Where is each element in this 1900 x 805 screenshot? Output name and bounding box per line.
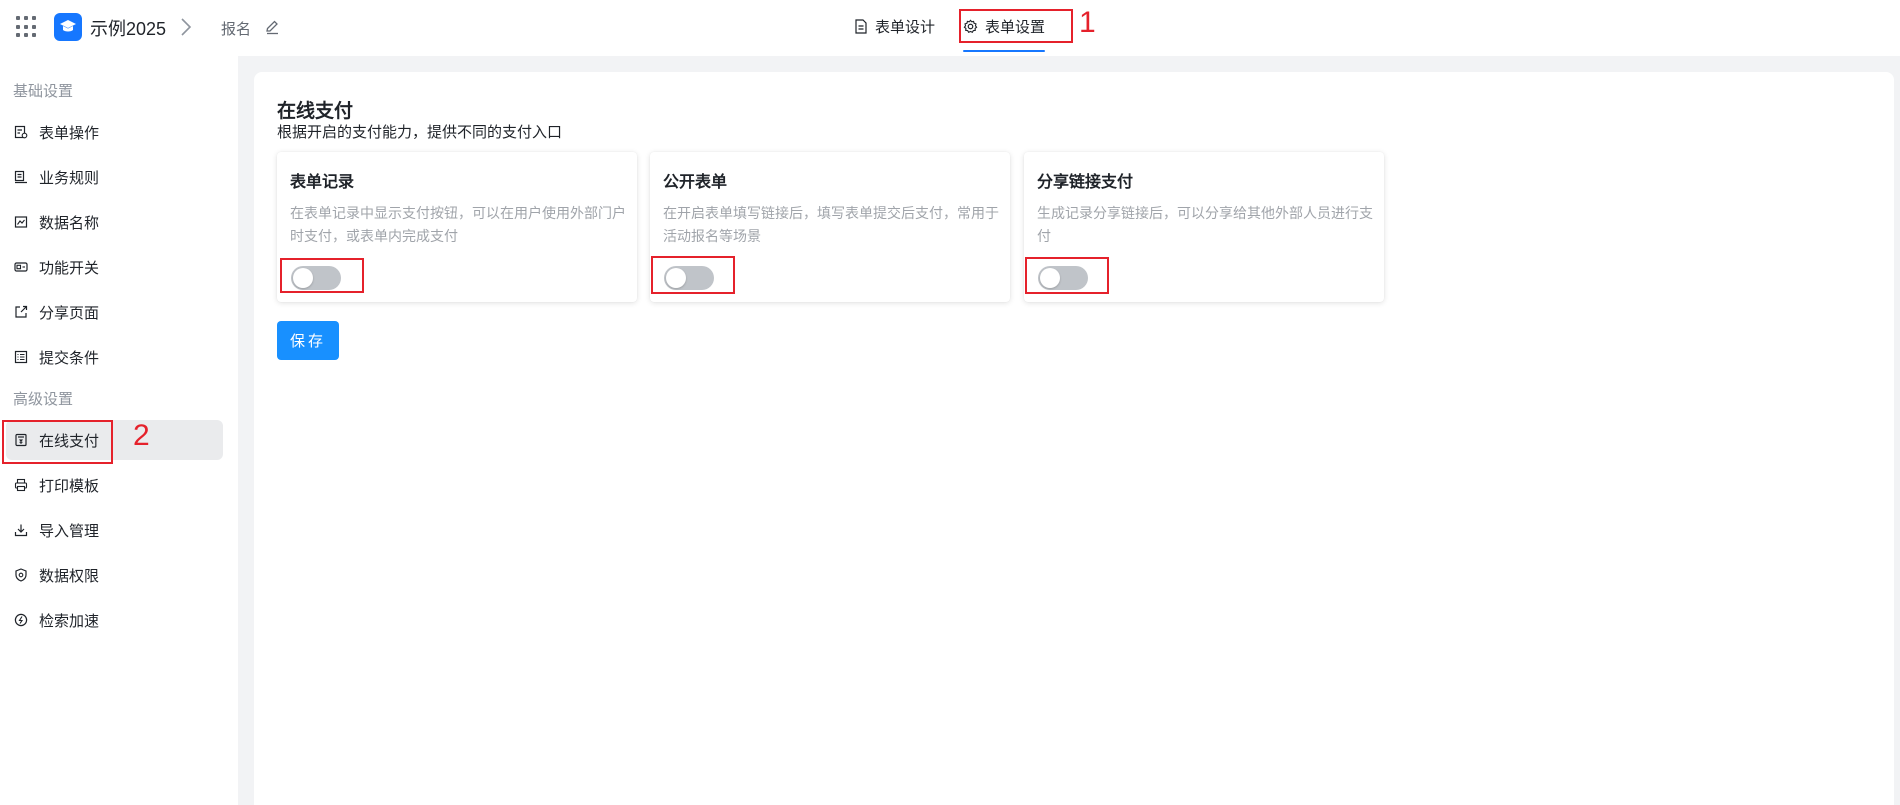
sidebar-item-print-template[interactable]: 打印模板 (6, 465, 223, 505)
top-header: 示例2025 报名 表单设计 表单设置 (0, 0, 1900, 56)
toggle-icon (14, 262, 28, 272)
page-title: 在线支付 (277, 101, 354, 122)
gear-icon (963, 19, 978, 33)
share-icon (15, 305, 28, 318)
card-title: 公开表单 (663, 174, 728, 191)
speed-icon (14, 613, 28, 627)
app-logo-icon (54, 13, 82, 41)
sidebar-item-label: 导入管理 (39, 522, 100, 540)
page-description: 根据开启的支付能力，提供不同的支付入口 (277, 124, 563, 141)
share-link-payment-switch[interactable] (1038, 266, 1088, 290)
tab-form-design-label: 表单设计 (875, 18, 936, 36)
card-description: 生成记录分享链接后，可以分享给其他外部人员进行支付 (1037, 205, 1373, 244)
data-name-icon (14, 216, 28, 228)
payment-card-share-link: 分享链接支付 生成记录分享链接后，可以分享给其他外部人员进行支付 (1024, 152, 1384, 302)
chevron-right-icon (181, 18, 192, 36)
card-description: 在开启表单填写链接后，填写表单提交后支付，常用于活动报名等场景 (663, 205, 999, 244)
sidebar-item-search-acceleration[interactable]: 检索加速 (6, 600, 223, 640)
sidebar-item-form-operations[interactable]: 表单操作 (6, 112, 223, 152)
sidebar-item-submit-conditions[interactable]: 提交条件 (6, 337, 223, 377)
switch-knob (666, 268, 686, 288)
header-tabs: 表单设计 表单设置 (840, 0, 1059, 52)
sidebar-item-business-rules[interactable]: 业务规则 (6, 157, 223, 197)
sidebar-item-label: 数据权限 (39, 567, 100, 585)
sidebar-item-feature-switches[interactable]: 功能开关 (6, 247, 223, 287)
sidebar-item-label: 数据名称 (39, 214, 100, 232)
sidebar-item-label: 打印模板 (39, 477, 100, 495)
sidebar-item-label: 分享页面 (39, 304, 100, 322)
section-basic-settings: 基础设置 (13, 83, 74, 100)
save-button[interactable]: 保存 (277, 321, 339, 360)
tab-form-settings[interactable]: 表单设置 (949, 0, 1059, 52)
sidebar-item-import-management[interactable]: 导入管理 (6, 510, 223, 550)
form-records-payment-switch[interactable] (291, 266, 341, 290)
sidebar-item-share-page[interactable]: 分享页面 (6, 292, 223, 332)
sidebar-item-label: 在线支付 (39, 432, 100, 450)
payment-card-public-form: 公开表单 在开启表单填写链接后，填写表单提交后支付，常用于活动报名等场景 (650, 152, 1010, 302)
checklist-icon (14, 350, 28, 364)
sidebar-item-online-payment[interactable]: 在线支付 (6, 420, 223, 460)
form-ops-icon (14, 125, 28, 139)
app-name[interactable]: 示例2025 (90, 15, 166, 41)
card-title: 表单记录 (290, 174, 355, 191)
import-icon (14, 524, 28, 537)
switch-knob (293, 268, 313, 288)
card-description: 在表单记录中显示支付按钮，可以在用户使用外部门户时支付，或表单内完成支付 (290, 205, 626, 244)
annotation-marker-2: 2 (133, 419, 150, 452)
sidebar-item-data-permissions[interactable]: 数据权限 (6, 555, 223, 595)
section-advanced-settings: 高级设置 (13, 391, 74, 408)
tab-form-settings-label: 表单设置 (985, 18, 1046, 36)
sidebar-item-data-name[interactable]: 数据名称 (6, 202, 223, 242)
sidebar-item-label: 检索加速 (39, 612, 100, 630)
payment-icon (15, 433, 27, 447)
shield-icon (15, 568, 27, 582)
sidebar-item-label: 提交条件 (39, 349, 100, 367)
public-form-payment-switch[interactable] (664, 266, 714, 290)
annotation-marker-1: 1 (1079, 6, 1096, 39)
switch-knob (1040, 268, 1060, 288)
form-name: 报名 (221, 21, 252, 38)
sidebar-item-label: 业务规则 (39, 169, 100, 187)
sidebar-item-label: 表单操作 (39, 124, 100, 142)
printer-icon (14, 478, 28, 492)
rules-icon (14, 170, 27, 184)
document-icon (855, 18, 867, 34)
sidebar-item-label: 功能开关 (39, 259, 100, 277)
card-title: 分享链接支付 (1037, 174, 1134, 191)
edit-icon[interactable] (264, 19, 280, 35)
apps-grid-icon[interactable] (16, 16, 38, 38)
payment-card-form-records: 表单记录 在表单记录中显示支付按钮，可以在用户使用外部门户时支付，或表单内完成支… (277, 152, 637, 302)
tab-form-design[interactable]: 表单设计 (840, 0, 949, 52)
